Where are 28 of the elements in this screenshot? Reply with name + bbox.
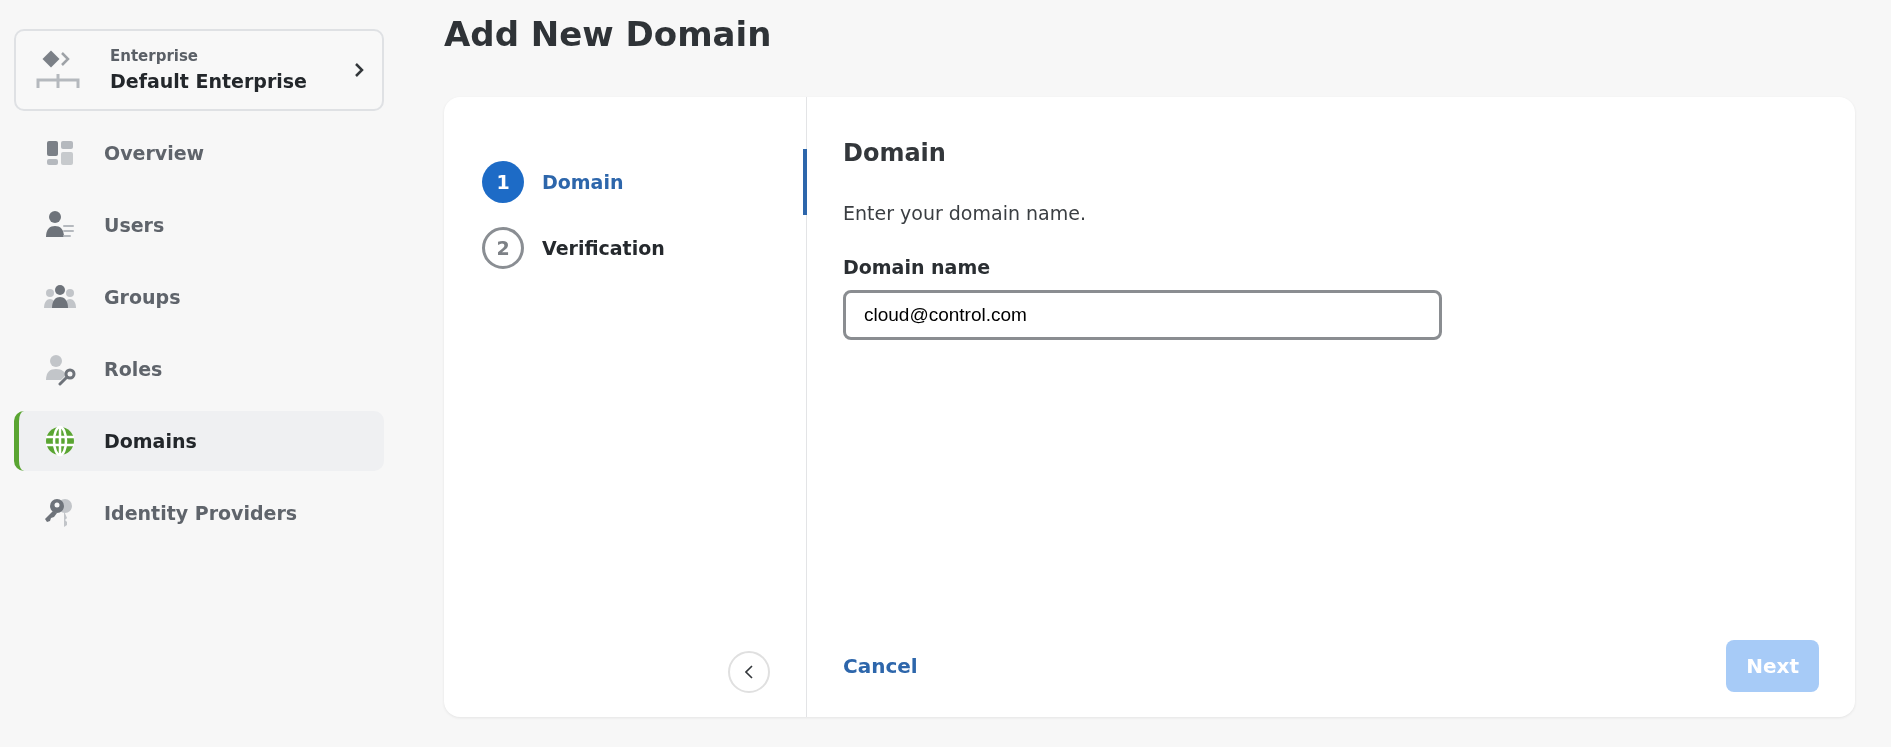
domain-input-field[interactable]: cloud@control.com: [843, 289, 1442, 340]
globe-icon: [43, 424, 77, 458]
active-step-indicator: [803, 148, 807, 215]
step-label: Verification: [542, 235, 665, 261]
sidebar-item[interactable]: Overview: [14, 123, 384, 183]
collapse-button[interactable]: [728, 650, 770, 693]
wizard-step[interactable]: 2 Verification: [482, 214, 806, 281]
sidebar-item[interactable]: Domains: [14, 411, 384, 471]
wizard-step[interactable]: 1 Domain: [482, 148, 806, 215]
field-label: Domain name: [843, 255, 992, 281]
chevron-left-icon: [745, 664, 753, 679]
sidebar-item[interactable]: Groups: [14, 267, 384, 327]
user-key-icon: [43, 352, 77, 386]
description-text: Enter your domain name.: [843, 200, 1087, 226]
sidebar-item[interactable]: Roles: [14, 339, 384, 399]
chevron-right-icon: [354, 62, 364, 78]
step-number: 1: [482, 160, 524, 203]
enterprise-label: Enterprise: [110, 45, 200, 67]
enterprise-icon: [36, 50, 80, 90]
cancel-link[interactable]: Cancel: [843, 650, 918, 681]
enterprise-name: Default Enterprise: [110, 69, 308, 94]
sidebar-item[interactable]: Identity Providers: [14, 483, 384, 543]
step-number: 2: [482, 226, 524, 269]
section-heading: Domain: [843, 137, 947, 169]
enterprise-selector[interactable]: Enterprise Default Enterprise: [14, 29, 384, 111]
sidebar-item[interactable]: Users: [14, 195, 384, 255]
step-label: Domain: [542, 169, 624, 195]
page-title: Add New Domain: [444, 14, 773, 55]
